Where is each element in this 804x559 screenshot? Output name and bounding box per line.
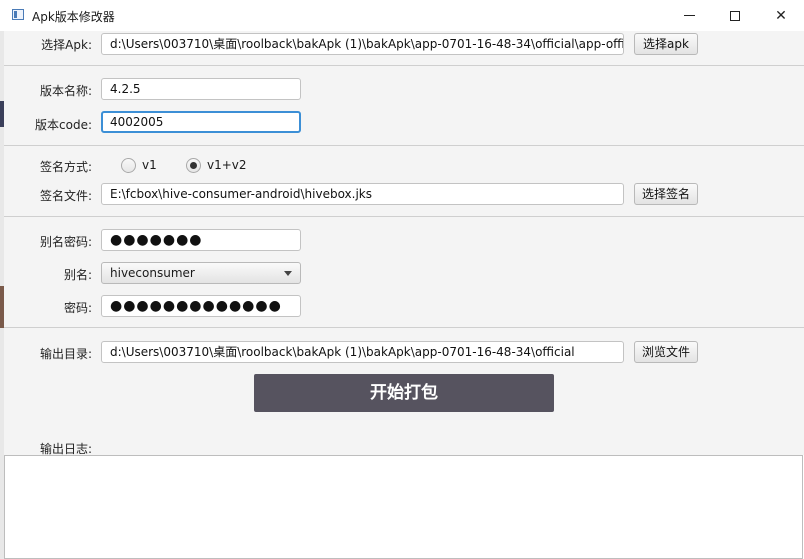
main-form: 选择Apk: d:\Users\003710\桌面\roolback\bakAp…	[4, 31, 804, 456]
app-window-icon	[12, 9, 24, 20]
version-code-label: 版本code:	[35, 118, 92, 132]
alias-password-field[interactable]: ●●●●●●●	[101, 229, 301, 251]
close-icon[interactable]: ✕	[758, 0, 804, 31]
alias-select-value: hiveconsumer	[110, 266, 195, 280]
alias-select[interactable]: hiveconsumer	[101, 262, 301, 284]
window-title: Apk版本修改器	[32, 10, 115, 24]
sign-v1v2-label[interactable]: v1+v2	[207, 158, 247, 172]
store-password-field[interactable]: ●●●●●●●●●●●●●	[101, 295, 301, 317]
select-apk-button[interactable]: 选择apk	[634, 33, 698, 55]
divider	[4, 327, 804, 328]
chevron-down-icon	[284, 271, 292, 276]
alias-label: 别名:	[63, 268, 92, 282]
version-name-field[interactable]: 4.2.5	[101, 78, 301, 100]
output-dir-label: 输出目录:	[39, 347, 92, 361]
apk-label: 选择Apk:	[41, 38, 92, 52]
divider	[4, 145, 804, 146]
version-code-field[interactable]: 4002005	[101, 111, 301, 133]
divider	[4, 216, 804, 217]
select-sign-file-button[interactable]: 选择签名	[634, 183, 698, 205]
minimize-icon[interactable]	[666, 0, 712, 31]
sign-v1-radio[interactable]	[121, 158, 136, 173]
store-password-label: 密码:	[63, 301, 92, 315]
sign-file-field[interactable]: E:\fcbox\hive-consumer-android\hivebox.j…	[101, 183, 624, 205]
output-dir-field[interactable]: d:\Users\003710\桌面\roolback\bakApk (1)\b…	[101, 341, 624, 363]
maximize-icon[interactable]	[712, 0, 758, 31]
alias-password-label: 别名密码:	[39, 235, 92, 249]
version-name-label: 版本名称:	[39, 84, 92, 98]
log-output-area[interactable]	[4, 455, 803, 559]
start-pack-button[interactable]: 开始打包	[254, 374, 554, 412]
divider	[4, 65, 804, 66]
apk-path-field[interactable]: d:\Users\003710\桌面\roolback\bakApk (1)\b…	[101, 33, 624, 55]
browse-output-button[interactable]: 浏览文件	[634, 341, 698, 363]
sign-v1-label[interactable]: v1	[142, 158, 157, 172]
sign-v1v2-radio[interactable]	[186, 158, 201, 173]
sign-file-label: 签名文件:	[39, 189, 92, 203]
title-bar: Apk版本修改器 ✕	[0, 0, 804, 31]
sign-method-label: 签名方式:	[39, 160, 92, 174]
